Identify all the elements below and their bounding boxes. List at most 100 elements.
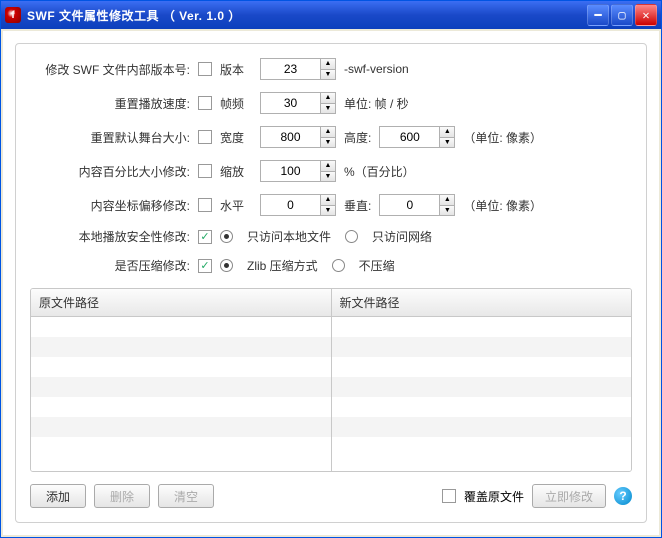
radio-local[interactable] bbox=[220, 230, 233, 243]
spin-up-icon[interactable]: ▲ bbox=[321, 93, 335, 104]
radio-group-compress: Zlib 压缩方式 不压缩 bbox=[220, 257, 395, 274]
label-offset: 内容坐标偏移修改: bbox=[30, 197, 190, 214]
suffix-offset: （单位: 像素） bbox=[463, 197, 542, 214]
spinner-scale[interactable]: ▲▼ bbox=[260, 160, 336, 182]
field-label-vertical: 垂直: bbox=[344, 197, 371, 214]
input-horizontal[interactable] bbox=[260, 194, 320, 216]
input-height[interactable] bbox=[379, 126, 439, 148]
table-row bbox=[31, 377, 331, 397]
checkbox-offset[interactable] bbox=[198, 198, 212, 212]
grid-col-source: 原文件路径 bbox=[31, 289, 332, 471]
label-stage: 重置默认舞台大小: bbox=[30, 129, 190, 146]
checkbox-framerate[interactable] bbox=[198, 96, 212, 110]
table-row bbox=[332, 337, 632, 357]
app-icon: f bbox=[5, 7, 21, 23]
table-row bbox=[332, 377, 632, 397]
maximize-button[interactable]: ▢ bbox=[611, 4, 633, 26]
spinner-framerate[interactable]: ▲▼ bbox=[260, 92, 336, 114]
table-row bbox=[31, 357, 331, 377]
delete-button[interactable]: 删除 bbox=[94, 484, 150, 508]
add-button[interactable]: 添加 bbox=[30, 484, 86, 508]
table-row bbox=[31, 317, 331, 337]
spin-down-icon[interactable]: ▼ bbox=[321, 104, 335, 114]
table-row bbox=[332, 317, 632, 337]
spin-up-icon[interactable]: ▲ bbox=[321, 127, 335, 138]
field-label-version: 版本 bbox=[220, 61, 252, 78]
field-label-horizontal: 水平 bbox=[220, 197, 252, 214]
radio-label-none: 不压缩 bbox=[359, 257, 395, 274]
radio-label-zlib: Zlib 压缩方式 bbox=[247, 257, 318, 274]
grid-header-source[interactable]: 原文件路径 bbox=[31, 289, 331, 317]
minimize-button[interactable]: ━ bbox=[587, 4, 609, 26]
input-vertical[interactable] bbox=[379, 194, 439, 216]
suffix-stage: （单位: 像素） bbox=[463, 129, 542, 146]
spin-down-icon[interactable]: ▼ bbox=[321, 206, 335, 216]
help-icon[interactable]: ? bbox=[614, 487, 632, 505]
input-version[interactable] bbox=[260, 58, 320, 80]
titlebar: f SWF 文件属性修改工具 （ Ver. 1.0 ） ━ ▢ ✕ bbox=[1, 1, 661, 29]
spin-up-icon[interactable]: ▲ bbox=[321, 161, 335, 172]
file-grid: 原文件路径 新文件路径 bbox=[30, 288, 632, 472]
spinner-height[interactable]: ▲▼ bbox=[379, 126, 455, 148]
spin-down-icon[interactable]: ▼ bbox=[440, 138, 454, 148]
label-framerate: 重置播放速度: bbox=[30, 95, 190, 112]
clear-button[interactable]: 清空 bbox=[158, 484, 214, 508]
table-row bbox=[31, 337, 331, 357]
row-security: 本地播放安全性修改: 只访问本地文件 只访问网络 bbox=[30, 228, 632, 245]
spin-down-icon[interactable]: ▼ bbox=[321, 138, 335, 148]
grid-body-source[interactable] bbox=[31, 317, 331, 471]
checkbox-scale[interactable] bbox=[198, 164, 212, 178]
content-area: 修改 SWF 文件内部版本号: 版本 ▲▼ -swf-version 重置播放速… bbox=[3, 31, 659, 535]
row-scale: 内容百分比大小修改: 缩放 ▲▼ %（百分比） bbox=[30, 160, 632, 182]
row-offset: 内容坐标偏移修改: 水平 ▲▼ 垂直: ▲▼ （单位: 像素） bbox=[30, 194, 632, 216]
spin-up-icon[interactable]: ▲ bbox=[440, 127, 454, 138]
window-buttons: ━ ▢ ✕ bbox=[587, 4, 657, 26]
spinner-width[interactable]: ▲▼ bbox=[260, 126, 336, 148]
spinner-version[interactable]: ▲▼ bbox=[260, 58, 336, 80]
spin-down-icon[interactable]: ▼ bbox=[321, 172, 335, 182]
checkbox-version[interactable] bbox=[198, 62, 212, 76]
spinner-horizontal[interactable]: ▲▼ bbox=[260, 194, 336, 216]
checkbox-overwrite[interactable] bbox=[442, 489, 456, 503]
grid-col-dest: 新文件路径 bbox=[332, 289, 632, 471]
row-stage: 重置默认舞台大小: 宽度 ▲▼ 高度: ▲▼ （单位: 像素） bbox=[30, 126, 632, 148]
radio-network[interactable] bbox=[345, 230, 358, 243]
row-version: 修改 SWF 文件内部版本号: 版本 ▲▼ -swf-version bbox=[30, 58, 632, 80]
spinner-vertical[interactable]: ▲▼ bbox=[379, 194, 455, 216]
window-title: SWF 文件属性修改工具 （ Ver. 1.0 ） bbox=[27, 7, 587, 24]
grid-header-dest[interactable]: 新文件路径 bbox=[332, 289, 632, 317]
radio-none[interactable] bbox=[332, 259, 345, 272]
field-label-width: 宽度 bbox=[220, 129, 252, 146]
input-scale[interactable] bbox=[260, 160, 320, 182]
table-row bbox=[31, 417, 331, 437]
checkbox-compress[interactable] bbox=[198, 259, 212, 273]
suffix-framerate: 单位: 帧 / 秒 bbox=[344, 95, 409, 112]
spin-down-icon[interactable]: ▼ bbox=[321, 70, 335, 80]
label-compress: 是否压缩修改: bbox=[30, 257, 190, 274]
spin-up-icon[interactable]: ▲ bbox=[321, 195, 335, 206]
field-label-framerate: 帧频 bbox=[220, 95, 252, 112]
spin-down-icon[interactable]: ▼ bbox=[440, 206, 454, 216]
field-label-height: 高度: bbox=[344, 129, 371, 146]
spin-up-icon[interactable]: ▲ bbox=[321, 59, 335, 70]
radio-zlib[interactable] bbox=[220, 259, 233, 272]
input-width[interactable] bbox=[260, 126, 320, 148]
app-window: f SWF 文件属性修改工具 （ Ver. 1.0 ） ━ ▢ ✕ 修改 SWF… bbox=[0, 0, 662, 538]
label-security: 本地播放安全性修改: bbox=[30, 228, 190, 245]
label-scale: 内容百分比大小修改: bbox=[30, 163, 190, 180]
spin-buttons: ▲▼ bbox=[320, 58, 336, 80]
checkbox-stage[interactable] bbox=[198, 130, 212, 144]
grid-body-dest[interactable] bbox=[332, 317, 632, 471]
spin-up-icon[interactable]: ▲ bbox=[440, 195, 454, 206]
label-overwrite: 覆盖原文件 bbox=[464, 488, 524, 505]
suffix-scale: %（百分比） bbox=[344, 163, 415, 180]
checkbox-security[interactable] bbox=[198, 230, 212, 244]
table-row bbox=[332, 417, 632, 437]
row-framerate: 重置播放速度: 帧频 ▲▼ 单位: 帧 / 秒 bbox=[30, 92, 632, 114]
input-framerate[interactable] bbox=[260, 92, 320, 114]
row-compress: 是否压缩修改: Zlib 压缩方式 不压缩 bbox=[30, 257, 632, 274]
table-row bbox=[332, 357, 632, 377]
close-button[interactable]: ✕ bbox=[635, 4, 657, 26]
label-version: 修改 SWF 文件内部版本号: bbox=[30, 61, 190, 78]
apply-button[interactable]: 立即修改 bbox=[532, 484, 606, 508]
